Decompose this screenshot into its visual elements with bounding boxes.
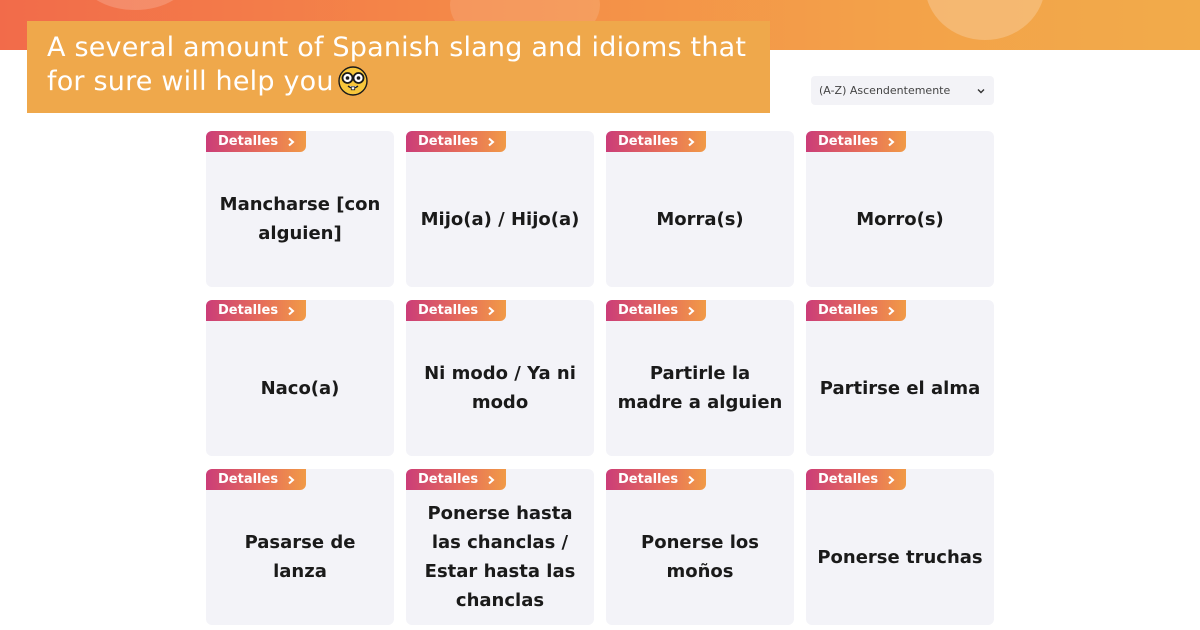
details-label: Detalles bbox=[418, 472, 479, 487]
idiom-card[interactable]: Detalles Ponerse truchas bbox=[806, 469, 994, 625]
details-label: Detalles bbox=[218, 472, 279, 487]
chevron-right-icon bbox=[288, 475, 295, 484]
details-label: Detalles bbox=[218, 134, 279, 149]
chevron-right-icon bbox=[688, 475, 695, 484]
chevron-right-icon bbox=[888, 137, 895, 146]
idiom-card[interactable]: Detalles Morra(s) bbox=[606, 131, 794, 287]
details-label: Detalles bbox=[818, 472, 879, 487]
details-button[interactable]: Detalles bbox=[206, 300, 306, 321]
sort-order-value: (A-Z) Ascendentemente bbox=[819, 84, 951, 97]
idiom-card[interactable]: Detalles Mancharse [con alguien] bbox=[206, 131, 394, 287]
chevron-right-icon bbox=[488, 475, 495, 484]
details-label: Detalles bbox=[618, 134, 679, 149]
nerd-face-icon bbox=[338, 66, 368, 96]
chevron-right-icon bbox=[288, 137, 295, 146]
chevron-right-icon bbox=[888, 475, 895, 484]
details-label: Detalles bbox=[818, 134, 879, 149]
page: A several amount of Spanish slang and id… bbox=[0, 0, 1200, 630]
idiom-title: Ponerse truchas bbox=[817, 546, 983, 568]
page-title: A several amount of Spanish slang and id… bbox=[47, 31, 756, 99]
idiom-card[interactable]: Detalles Morro(s) bbox=[806, 131, 994, 287]
details-button[interactable]: Detalles bbox=[606, 469, 706, 490]
details-button[interactable]: Detalles bbox=[206, 131, 306, 152]
page-title-text: A several amount of Spanish slang and id… bbox=[47, 32, 747, 97]
idiom-title: Pasarse de lanza bbox=[244, 532, 356, 582]
chevron-down-icon bbox=[977, 88, 985, 93]
chevron-right-icon bbox=[888, 306, 895, 315]
idiom-title: Mancharse [con alguien] bbox=[219, 194, 381, 244]
idiom-card[interactable]: Detalles Naco(a) bbox=[206, 300, 394, 456]
details-button[interactable]: Detalles bbox=[806, 300, 906, 321]
idiom-card[interactable]: Detalles Ponerse hasta las chanclas / Es… bbox=[406, 469, 594, 625]
idiom-card-grid: Detalles Mancharse [con alguien] Detalle… bbox=[206, 131, 994, 625]
idiom-card[interactable]: Detalles Ponerse los moños bbox=[606, 469, 794, 625]
idiom-title: Naco(a) bbox=[260, 377, 340, 399]
idiom-title: Ponerse hasta las chanclas / Estar hasta… bbox=[424, 503, 576, 611]
details-button[interactable]: Detalles bbox=[406, 469, 506, 490]
details-button[interactable]: Detalles bbox=[806, 469, 906, 490]
idiom-card[interactable]: Detalles Partirse el alma bbox=[806, 300, 994, 456]
idiom-title: Partirle la madre a alguien bbox=[617, 363, 783, 413]
details-label: Detalles bbox=[218, 303, 279, 318]
details-label: Detalles bbox=[818, 303, 879, 318]
idiom-title: Mijo(a) / Hijo(a) bbox=[420, 208, 580, 230]
details-button[interactable]: Detalles bbox=[806, 131, 906, 152]
idiom-card[interactable]: Detalles Partirle la madre a alguien bbox=[606, 300, 794, 456]
chevron-right-icon bbox=[488, 137, 495, 146]
idiom-title: Morra(s) bbox=[656, 208, 744, 230]
details-label: Detalles bbox=[618, 472, 679, 487]
details-button[interactable]: Detalles bbox=[606, 131, 706, 152]
sort-order-select[interactable]: (A-Z) Ascendentemente bbox=[811, 76, 994, 105]
title-banner: A several amount of Spanish slang and id… bbox=[27, 21, 770, 113]
idiom-title: Morro(s) bbox=[856, 208, 944, 230]
idiom-title: Ni modo / Ya ni modo bbox=[424, 363, 576, 413]
details-button[interactable]: Detalles bbox=[406, 300, 506, 321]
chevron-right-icon bbox=[688, 306, 695, 315]
idiom-card[interactable]: Detalles Mijo(a) / Hijo(a) bbox=[406, 131, 594, 287]
details-button[interactable]: Detalles bbox=[406, 131, 506, 152]
details-label: Detalles bbox=[618, 303, 679, 318]
details-button[interactable]: Detalles bbox=[606, 300, 706, 321]
decorative-circle bbox=[80, 0, 190, 10]
idiom-card[interactable]: Detalles Ni modo / Ya ni modo bbox=[406, 300, 594, 456]
details-label: Detalles bbox=[418, 303, 479, 318]
chevron-right-icon bbox=[488, 306, 495, 315]
idiom-title: Partirse el alma bbox=[819, 377, 981, 399]
details-label: Detalles bbox=[418, 134, 479, 149]
decorative-circle bbox=[925, 0, 1045, 40]
chevron-right-icon bbox=[688, 137, 695, 146]
idiom-card[interactable]: Detalles Pasarse de lanza bbox=[206, 469, 394, 625]
chevron-right-icon bbox=[288, 306, 295, 315]
details-button[interactable]: Detalles bbox=[206, 469, 306, 490]
idiom-title: Ponerse los moños bbox=[641, 532, 759, 582]
